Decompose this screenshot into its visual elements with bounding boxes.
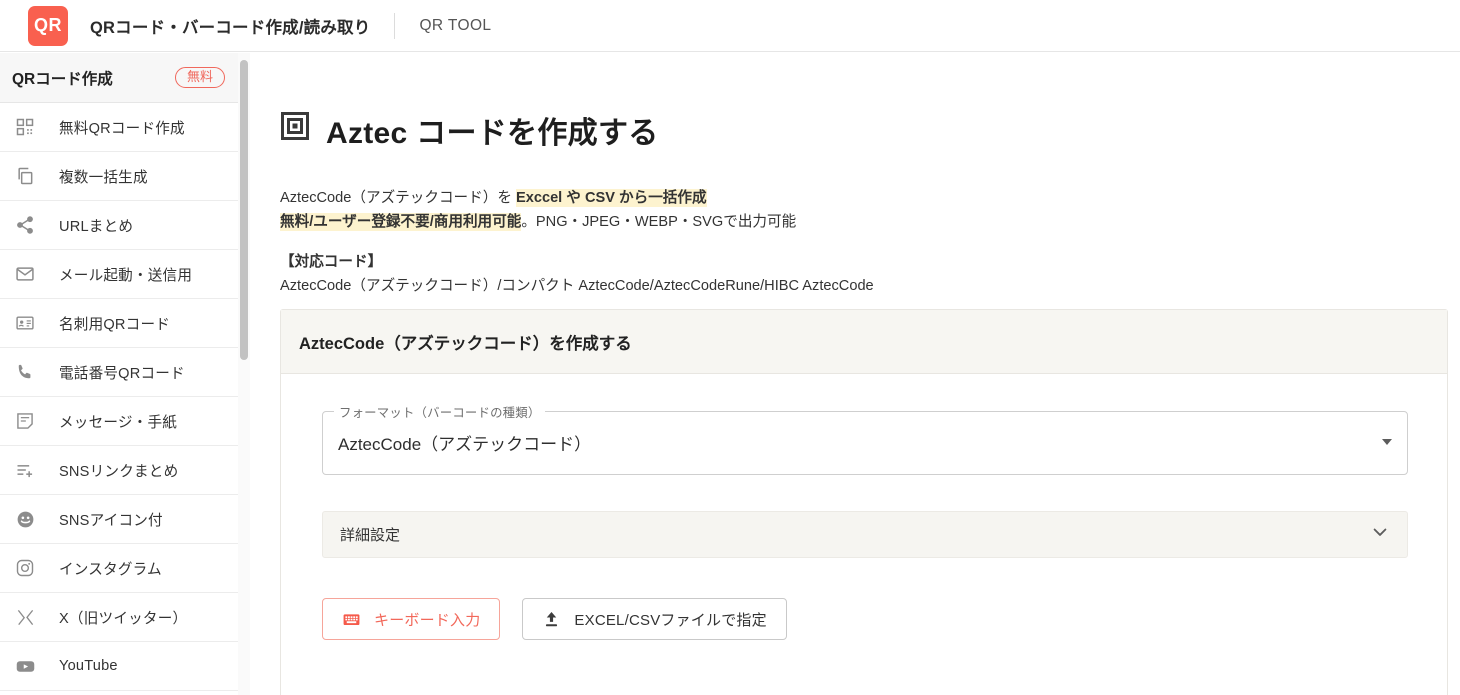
contact-card-icon [10, 311, 40, 335]
top-header: QR QRコード・バーコード作成/読み取り QR TOOL [0, 0, 1460, 52]
main-content: Aztec コードを作成する AztecCode（アズテックコード）を Excc… [253, 53, 1460, 695]
phone-icon [10, 360, 40, 384]
supported-codes-heading: 【対応コード】 [280, 254, 383, 270]
sidebar-item-instagram[interactable]: インスタグラム [0, 544, 239, 593]
smiley-icon [10, 507, 40, 531]
page-title: Aztec コードを作成する [280, 108, 1460, 152]
sidebar-item-label: SNSリンクまとめ [59, 463, 179, 480]
supported-codes-heading-row: 【対応コード】 [280, 250, 1460, 274]
list-plus-icon [10, 458, 40, 482]
keyboard-input-label: キーボード入力 [374, 611, 481, 629]
format-select-label: フォーマット（バーコードの種類） [334, 403, 546, 421]
sidebar-item-business-card[interactable]: 名刺用QRコード [0, 299, 239, 348]
dropdown-arrow-icon[interactable] [1382, 439, 1392, 445]
input-method-buttons: キーボード入力 EXCEL/CSVファイルで指定 [322, 598, 787, 640]
sidebar-item-phone[interactable]: 電話番号QRコード [0, 348, 239, 397]
generator-card-title: AztecCode（アズテックコード）を作成する [281, 310, 1447, 374]
free-badge: 無料 [174, 66, 225, 89]
aztec-code-icon [280, 111, 310, 149]
sidebar-item-x-twitter[interactable]: X（旧ツイッター） [0, 593, 239, 642]
description-line-2-highlight: 無料/ユーザー登録不要/商用利用可能 [280, 213, 522, 231]
sidebar-item-label: 電話番号QRコード [59, 365, 185, 382]
sidebar-item-label: X（旧ツイッター） [59, 610, 188, 627]
mail-icon [10, 262, 40, 286]
sidebar-item-label: メール起動・送信用 [59, 267, 193, 284]
sidebar-item-message[interactable]: メッセージ・手紙 [0, 397, 239, 446]
description-line-1: AztecCode（アズテックコード）を Exccel や CSV から一括作成 [280, 186, 1460, 210]
sidebar-item-free-qr[interactable]: 無料QRコード作成 [0, 103, 239, 152]
description-line-2-post: 。PNG・JPEG・WEBP・SVGで出力可能 [521, 214, 797, 230]
sidebar-item-youtube[interactable]: YouTube [0, 642, 239, 691]
site-logo[interactable]: QR [28, 5, 68, 46]
qr-code-icon [10, 115, 40, 139]
page-title-text: Aztec コードを作成する [326, 117, 659, 150]
excel-csv-upload-button[interactable]: EXCEL/CSVファイルで指定 [522, 598, 787, 640]
qr-tool-link[interactable]: QR TOOL [419, 17, 491, 35]
sidebar-item-mail[interactable]: メール起動・送信用 [0, 250, 239, 299]
sidebar-item-bulk-generate[interactable]: 複数一括生成 [0, 152, 239, 201]
advanced-settings-label: 詳細設定 [340, 527, 401, 544]
description-line-1-highlight: Exccel や CSV から一括作成 [515, 189, 707, 207]
advanced-settings-accordion[interactable]: 詳細設定 [322, 511, 1408, 558]
sidebar-item-sns-icon[interactable]: SNSアイコン付 [0, 495, 239, 544]
sidebar-item-label: SNSアイコン付 [59, 512, 163, 529]
sidebar-item-label: YouTube [59, 658, 118, 674]
sidebar-item-label: インスタグラム [59, 561, 162, 578]
excel-csv-upload-label: EXCEL/CSVファイルで指定 [574, 611, 767, 629]
chevron-down-icon[interactable] [1370, 522, 1390, 547]
sidebar-item-label: 無料QRコード作成 [59, 120, 185, 137]
sidebar-item-label: URLまとめ [59, 218, 134, 235]
youtube-icon [10, 654, 40, 678]
sidebar-scrollbar-thumb[interactable] [240, 60, 248, 360]
sidebar-item-url-list[interactable]: URLまとめ [0, 201, 239, 250]
logo-text: QR [34, 15, 62, 35]
instagram-icon [10, 556, 40, 580]
keyboard-icon [342, 610, 361, 629]
keyboard-input-button[interactable]: キーボード入力 [322, 598, 501, 640]
description-line-1-pre: AztecCode（アズテックコード）を [280, 190, 516, 206]
format-select[interactable]: フォーマット（バーコードの種類） AztecCode（アズテックコード） [322, 403, 1408, 475]
x-twitter-icon [10, 605, 40, 629]
supported-codes-list: AztecCode（アズテックコード）/コンパクト AztecCode/Azte… [280, 278, 874, 294]
page-description: AztecCode（アズテックコード）を Exccel や CSV から一括作成… [280, 186, 1460, 298]
sidebar-item-label: 名刺用QRコード [59, 316, 171, 333]
sidebar-item-label: 複数一括生成 [59, 169, 148, 186]
sidebar-item-sns-links[interactable]: SNSリンクまとめ [0, 446, 239, 495]
format-select-value: AztecCode（アズテックコード） [338, 435, 592, 454]
sidebar-section-header: QRコード作成 無料 [0, 53, 239, 103]
sidebar-item-label: メッセージ・手紙 [59, 414, 178, 431]
generator-card: AztecCode（アズテックコード）を作成する フォーマット（バーコードの種類… [280, 309, 1448, 695]
copy-icon [10, 164, 40, 188]
sidebar: QRコード作成 無料 無料QRコード作成 複数一括生成 URLまとめ メール起動… [0, 53, 240, 695]
message-note-icon [10, 409, 40, 433]
description-line-2: 無料/ユーザー登録不要/商用利用可能。PNG・JPEG・WEBP・SVGで出力可… [280, 210, 1460, 234]
upload-icon [542, 610, 561, 629]
site-title: QRコード・バーコード作成/読み取り [90, 18, 371, 37]
share-icon [10, 213, 40, 237]
header-divider [394, 12, 396, 39]
sidebar-section-title: QRコード作成 [12, 70, 113, 88]
